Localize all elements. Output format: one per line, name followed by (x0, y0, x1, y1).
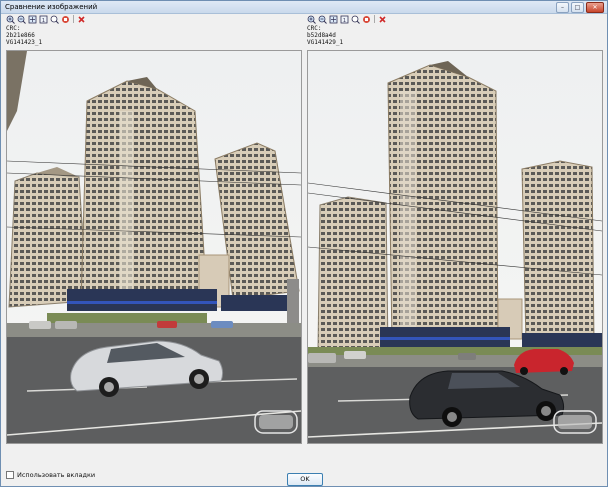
right-filename: VG141429_1 (307, 39, 344, 46)
svg-text:1: 1 (343, 18, 346, 24)
left-toolbar: 1 (6, 14, 86, 24)
ok-button[interactable]: OK (287, 473, 323, 486)
right-image[interactable] (307, 50, 603, 444)
right-crc: CRC: b52d8a4d (307, 25, 336, 39)
title-bar[interactable]: Сравнение изображений – □ ✕ (1, 1, 607, 14)
delete-icon[interactable] (77, 15, 86, 24)
zoom-out-icon[interactable] (318, 15, 327, 24)
left-crc: CRC: 2b21e866 (6, 25, 35, 39)
maximize-icon[interactable]: □ (571, 2, 584, 13)
left-image[interactable] (6, 50, 302, 444)
search-icon[interactable] (50, 15, 59, 24)
window-title: Сравнение изображений (5, 3, 98, 11)
left-filename: VG141423_1 (6, 39, 43, 46)
zoom-in-icon[interactable] (307, 15, 316, 24)
use-tabs-option[interactable]: Использовать вкладки (6, 471, 95, 479)
compare-window: Сравнение изображений – □ ✕ 1 CRC: 2b21e… (0, 0, 608, 487)
actual-size-icon[interactable]: 1 (39, 15, 48, 24)
use-tabs-checkbox[interactable] (6, 471, 14, 479)
stop-icon[interactable] (61, 15, 70, 24)
right-info: CRC: b52d8a4d VG141429_1 (307, 25, 343, 46)
minimize-icon[interactable]: – (556, 2, 569, 13)
left-info: CRC: 2b21e866 VG141423_1 (6, 25, 42, 46)
search-icon[interactable] (351, 15, 360, 24)
toolbar-separator (73, 15, 74, 23)
zoom-out-icon[interactable] (17, 15, 26, 24)
close-icon[interactable]: ✕ (586, 2, 604, 13)
right-toolbar: 1 (307, 14, 387, 24)
toolbar-separator (374, 15, 375, 23)
actual-size-icon[interactable]: 1 (340, 15, 349, 24)
svg-text:1: 1 (42, 18, 45, 24)
delete-icon[interactable] (378, 15, 387, 24)
use-tabs-label: Использовать вкладки (17, 471, 96, 479)
zoom-in-icon[interactable] (6, 15, 15, 24)
fit-icon[interactable] (28, 15, 37, 24)
fit-icon[interactable] (329, 15, 338, 24)
stop-icon[interactable] (362, 15, 371, 24)
